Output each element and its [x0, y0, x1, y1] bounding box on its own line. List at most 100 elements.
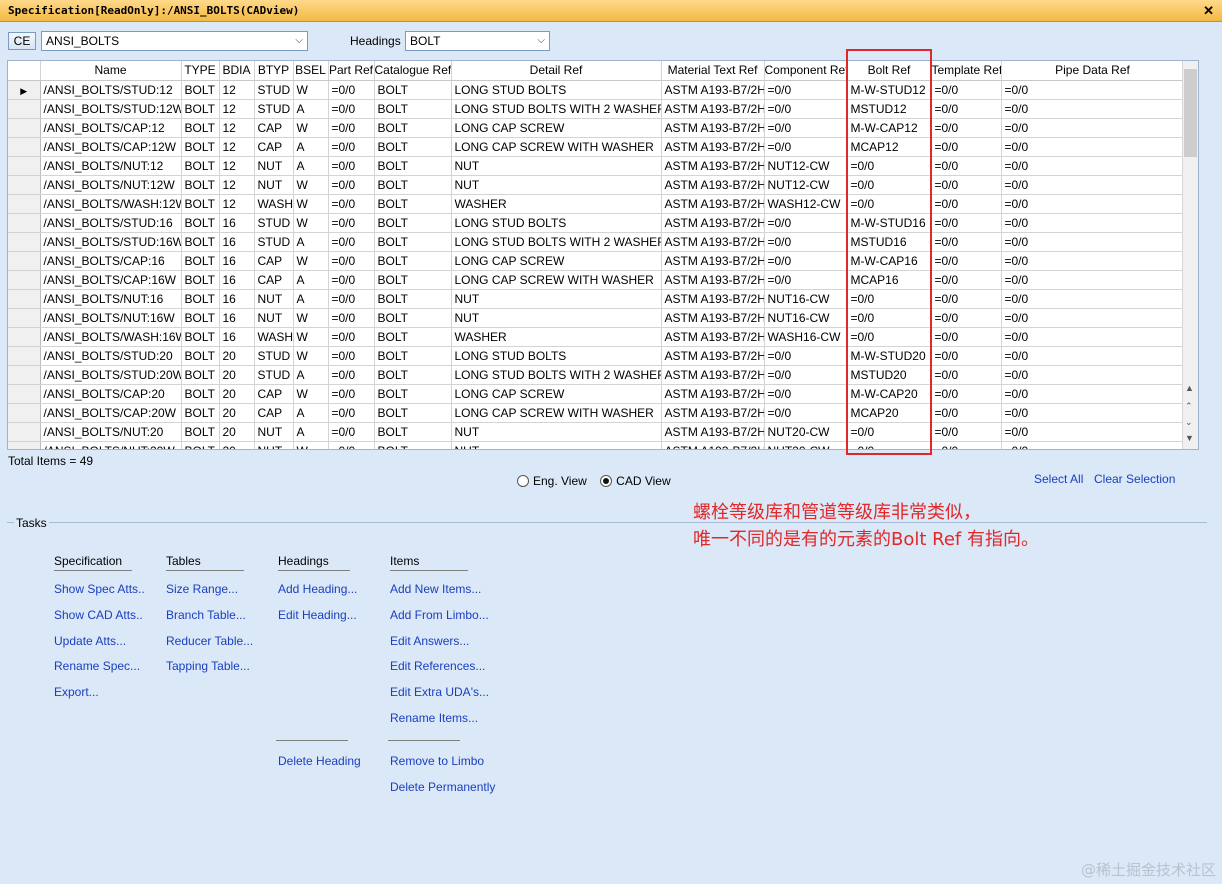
- column-header[interactable]: Bolt Ref: [847, 61, 932, 81]
- remove-to-limbo-link[interactable]: Remove to Limbo: [390, 754, 484, 768]
- table-cell[interactable]: =0/0: [847, 308, 932, 328]
- table-cell[interactable]: /ANSI_BOLTS/WASH:16W: [40, 327, 182, 347]
- table-cell[interactable]: BOLT: [374, 194, 452, 214]
- table-cell[interactable]: BOLT: [374, 80, 452, 100]
- table-cell[interactable]: BOLT: [181, 251, 220, 271]
- table-cell[interactable]: ASTM A193-B7/2H: [661, 384, 765, 404]
- table-cell[interactable]: =0/0: [931, 137, 1002, 157]
- column-header[interactable]: BTYP: [254, 61, 294, 81]
- table-cell[interactable]: BOLT: [181, 175, 220, 195]
- table-cell[interactable]: NUT: [254, 175, 294, 195]
- table-cell[interactable]: =0/0: [1001, 251, 1185, 271]
- tables-task-link[interactable]: Branch Table...: [166, 608, 246, 622]
- table-cell[interactable]: 12: [219, 175, 255, 195]
- table-cell[interactable]: =0/0: [328, 346, 375, 366]
- table-cell[interactable]: LONG CAP SCREW: [451, 384, 662, 404]
- table-cell[interactable]: BOLT: [181, 422, 220, 442]
- table-cell[interactable]: ASTM A193-B7/2H: [661, 213, 765, 233]
- table-cell[interactable]: STUD: [254, 213, 294, 233]
- table-cell[interactable]: =0/0: [931, 80, 1002, 100]
- table-row[interactable]: /ANSI_BOLTS/STUD:20W BOLT 20 STUD A =0/0 BOLT L…: [8, 365, 1185, 385]
- table-cell[interactable]: W: [293, 308, 329, 328]
- table-cell[interactable]: W: [293, 346, 329, 366]
- table-cell[interactable]: MSTUD12: [847, 99, 932, 119]
- table-cell[interactable]: =0/0: [1001, 194, 1185, 214]
- table-cell[interactable]: /ANSI_BOLTS/NUT:20W: [40, 441, 182, 449]
- table-row[interactable]: /ANSI_BOLTS/WASH:16W BOLT 16 WASH W =0/0 BOLT W…: [8, 327, 1185, 347]
- items-task-link[interactable]: Rename Items...: [390, 711, 478, 725]
- table-cell[interactable]: /ANSI_BOLTS/WASH:12W: [40, 194, 182, 214]
- table-cell[interactable]: CAP: [254, 137, 294, 157]
- table-cell[interactable]: W: [293, 175, 329, 195]
- specification-task-link[interactable]: Show CAD Atts..: [54, 608, 143, 622]
- clear-selection-link[interactable]: Clear Selection: [1094, 472, 1175, 486]
- table-cell[interactable]: A: [293, 270, 329, 290]
- table-cell[interactable]: A: [293, 289, 329, 309]
- eng-view-radio[interactable]: Eng. View: [517, 474, 587, 488]
- grid-vertical-scrollbar[interactable]: ▲ ⌃ ⌄ ▼: [1182, 61, 1198, 449]
- table-cell[interactable]: MCAP16: [847, 270, 932, 290]
- table-cell[interactable]: M-W-STUD16: [847, 213, 932, 233]
- table-cell[interactable]: =0/0: [328, 422, 375, 442]
- table-cell[interactable]: WASH: [254, 327, 294, 347]
- table-cell[interactable]: A: [293, 232, 329, 252]
- row-selector[interactable]: [8, 346, 41, 366]
- table-cell[interactable]: =0/0: [764, 80, 848, 100]
- table-row[interactable]: /ANSI_BOLTS/NUT:12W BOLT 12 NUT W =0/0 BOLT NUT…: [8, 175, 1185, 195]
- table-cell[interactable]: BOLT: [181, 327, 220, 347]
- table-cell[interactable]: ASTM A193-B7/2H: [661, 422, 765, 442]
- table-cell[interactable]: LONG CAP SCREW: [451, 118, 662, 138]
- table-cell[interactable]: NUT: [254, 308, 294, 328]
- table-cell[interactable]: =0/0: [931, 99, 1002, 119]
- table-cell[interactable]: =0/0: [328, 251, 375, 271]
- table-cell[interactable]: STUD: [254, 80, 294, 100]
- table-cell[interactable]: W: [293, 384, 329, 404]
- table-cell[interactable]: 12: [219, 156, 255, 176]
- table-cell[interactable]: BOLT: [374, 346, 452, 366]
- table-cell[interactable]: 16: [219, 308, 255, 328]
- table-cell[interactable]: =0/0: [931, 384, 1002, 404]
- column-header[interactable]: BSEL: [293, 61, 329, 81]
- table-cell[interactable]: M-W-CAP20: [847, 384, 932, 404]
- table-cell[interactable]: 20: [219, 403, 255, 423]
- table-cell[interactable]: =0/0: [847, 441, 932, 449]
- table-cell[interactable]: =0/0: [764, 270, 848, 290]
- table-cell[interactable]: BOLT: [374, 289, 452, 309]
- table-cell[interactable]: /ANSI_BOLTS/STUD:20W: [40, 365, 182, 385]
- table-cell[interactable]: =0/0: [931, 232, 1002, 252]
- table-cell[interactable]: BOLT: [181, 213, 220, 233]
- table-cell[interactable]: =0/0: [1001, 308, 1185, 328]
- table-cell[interactable]: 16: [219, 270, 255, 290]
- table-cell[interactable]: =0/0: [1001, 213, 1185, 233]
- row-selector[interactable]: [8, 327, 41, 347]
- table-cell[interactable]: LONG CAP SCREW: [451, 251, 662, 271]
- table-cell[interactable]: 20: [219, 365, 255, 385]
- table-cell[interactable]: NUT: [451, 156, 662, 176]
- table-cell[interactable]: W: [293, 80, 329, 100]
- delete-permanently-link[interactable]: Delete Permanently: [390, 780, 495, 794]
- table-cell[interactable]: BOLT: [181, 289, 220, 309]
- table-row[interactable]: ▶/ANSI_BOLTS/STUD:12 BOLT 12 STUD W =0/0 BOLT L…: [8, 80, 1185, 100]
- table-cell[interactable]: STUD: [254, 365, 294, 385]
- table-row[interactable]: /ANSI_BOLTS/NUT:16 BOLT 16 NUT A =0/0 BOLT NUT A…: [8, 289, 1185, 309]
- table-cell[interactable]: 20: [219, 422, 255, 442]
- column-header[interactable]: Pipe Data Ref: [1001, 61, 1185, 81]
- table-cell[interactable]: =0/0: [847, 194, 932, 214]
- table-cell[interactable]: =0/0: [847, 175, 932, 195]
- table-cell[interactable]: =0/0: [328, 194, 375, 214]
- row-selector[interactable]: [8, 137, 41, 157]
- table-cell[interactable]: /ANSI_BOLTS/CAP:20: [40, 384, 182, 404]
- table-cell[interactable]: BOLT: [374, 251, 452, 271]
- table-cell[interactable]: M-W-CAP12: [847, 118, 932, 138]
- table-cell[interactable]: =0/0: [1001, 232, 1185, 252]
- table-cell[interactable]: =0/0: [931, 175, 1002, 195]
- table-cell[interactable]: NUT: [254, 156, 294, 176]
- table-cell[interactable]: NUT20-CW: [764, 441, 848, 449]
- table-cell[interactable]: NUT: [451, 289, 662, 309]
- column-header[interactable]: BDIA: [219, 61, 255, 81]
- row-selector[interactable]: [8, 194, 41, 214]
- table-cell[interactable]: W: [293, 251, 329, 271]
- table-cell[interactable]: =0/0: [1001, 137, 1185, 157]
- table-cell[interactable]: BOLT: [181, 365, 220, 385]
- table-cell[interactable]: =0/0: [847, 327, 932, 347]
